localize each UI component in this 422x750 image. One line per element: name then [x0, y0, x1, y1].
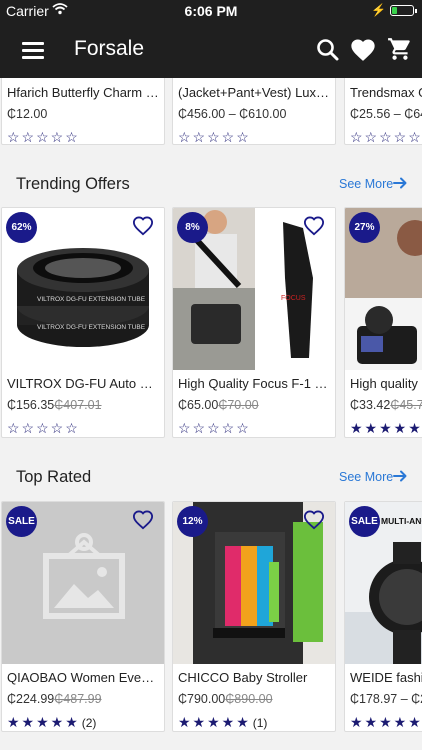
product-name: Trendsmax G — [350, 85, 422, 100]
cart-icon[interactable] — [387, 36, 415, 64]
product-price: ₵790.00₵890.00 — [178, 692, 273, 706]
status-bar: Carrier 6:06 PM ⚡ — [0, 0, 422, 22]
trending-offers-row: VILTROX DG-FU EXTENSION TUBE VILTROX DG-… — [0, 207, 422, 447]
lens-label: VILTROX DG-FU EXTENSION TUBE — [37, 296, 146, 303]
home-feed[interactable]: Hfarich Butterfly Charm B... ₵12.00 ☆☆☆☆… — [0, 78, 422, 750]
product-name: WEIDE fashio — [350, 670, 422, 685]
rating-stars: ☆☆☆☆☆ — [350, 129, 422, 145]
product-card[interactable]: FOCUS 8% High Quality Focus F-1 Q... ₵65… — [172, 207, 336, 438]
product-card[interactable]: Trendsmax G ₵25.56 – ₵64 ☆☆☆☆☆ — [344, 78, 422, 145]
top-rated-header: Top Rated See More — [0, 464, 422, 494]
arrow-right-icon[interactable] — [392, 175, 408, 191]
sale-badge: SALE — [6, 506, 37, 537]
arrow-right-icon[interactable] — [392, 468, 408, 484]
rating-stars: ★★★★★ — [350, 714, 422, 730]
see-more-link[interactable]: See More — [339, 470, 393, 484]
top-rated-row: SALE QIAOBAO Women Evenin... ₵224.99₵487… — [0, 501, 422, 741]
product-card[interactable]: SALE QIAOBAO Women Evenin... ₵224.99₵487… — [1, 501, 165, 732]
product-card[interactable]: (Jacket+Pant+Vest) Luxu... ₵456.00 – ₵61… — [172, 78, 336, 145]
discount-badge: 27% — [349, 212, 380, 243]
rating-stars: ★★★★★ (1) — [178, 714, 268, 730]
product-price: ₵33.42₵45.75 — [350, 398, 422, 412]
trending-offers-header: Trending Offers See More — [0, 171, 422, 201]
product-price: ₵156.35₵407.01 — [7, 398, 102, 412]
rating-stars: ☆☆☆☆☆ — [7, 420, 80, 436]
product-price: ₵178.97 – ₵2 — [350, 692, 422, 706]
rating-stars: ★★★★★ (2) — [7, 714, 97, 730]
product-name: QIAOBAO Women Evenin... — [7, 670, 159, 685]
product-name: CHICCO Baby Stroller — [178, 670, 308, 685]
product-image — [173, 78, 335, 79]
rating-stars: ☆☆☆☆☆ — [7, 129, 80, 145]
app-title: Forsale — [74, 37, 145, 60]
product-price: ₵25.56 – ₵64 — [350, 107, 422, 121]
product-price: ₵65.00₵70.00 — [178, 398, 259, 412]
product-image — [345, 78, 422, 79]
product-price: ₵456.00 – ₵610.00 — [178, 107, 287, 121]
battery-icon — [390, 5, 417, 16]
rating-stars: ☆☆☆☆☆ — [178, 420, 251, 436]
app-bar: Forsale — [0, 22, 422, 78]
search-icon[interactable] — [314, 36, 342, 64]
heart-icon[interactable] — [349, 36, 377, 64]
heart-outline-icon[interactable] — [132, 510, 154, 530]
sale-badge: SALE — [349, 506, 380, 537]
heart-outline-icon[interactable] — [132, 216, 154, 236]
rating-stars: ☆☆☆☆☆ — [178, 129, 251, 145]
discount-badge: 62% — [6, 212, 37, 243]
rating-stars: ★★★★★ — [350, 420, 422, 436]
section-title: Top Rated — [16, 468, 92, 486]
product-card[interactable]: 12% CHICCO Baby Stroller ₵790.00₵890.00 … — [172, 501, 336, 732]
product-name: High quality — [350, 376, 418, 391]
discount-badge: 8% — [177, 212, 208, 243]
see-more-link[interactable]: See More — [339, 177, 393, 191]
charging-icon: ⚡ — [371, 3, 386, 17]
product-price: ₵12.00 — [7, 107, 48, 121]
strap-label: FOCUS — [281, 295, 306, 302]
product-card[interactable]: MULTI-ANG SALE WEIDE fashio ₵178.97 – ₵2… — [344, 501, 422, 732]
menu-icon[interactable] — [22, 42, 44, 59]
recent-products-row: Hfarich Butterfly Charm B... ₵12.00 ☆☆☆☆… — [0, 78, 422, 156]
heart-outline-icon[interactable] — [303, 216, 325, 236]
lens-label: VILTROX DG-FU EXTENSION TUBE — [37, 324, 146, 331]
product-price: ₵224.99₵487.99 — [7, 692, 102, 706]
watch-label: MULTI-ANG — [381, 516, 422, 526]
product-card[interactable]: 27% High quality ₵33.42₵45.75 ★★★★★ — [344, 207, 422, 438]
product-card[interactable]: Hfarich Butterfly Charm B... ₵12.00 ☆☆☆☆… — [1, 78, 165, 145]
rating-count: (2) — [81, 716, 97, 730]
product-name: High Quality Focus F-1 Q... — [178, 376, 330, 391]
product-name: (Jacket+Pant+Vest) Luxu... — [178, 85, 330, 100]
heart-outline-icon[interactable] — [303, 510, 325, 530]
product-card[interactable]: VILTROX DG-FU EXTENSION TUBE VILTROX DG-… — [1, 207, 165, 438]
product-image — [2, 78, 164, 79]
section-title: Trending Offers — [16, 175, 130, 193]
rating-count: (1) — [252, 716, 268, 730]
discount-badge: 12% — [177, 506, 208, 537]
product-name: VILTROX DG-FU Auto Foc... — [7, 376, 159, 391]
product-name: Hfarich Butterfly Charm B... — [7, 85, 159, 100]
status-time: 6:06 PM — [184, 3, 238, 19]
